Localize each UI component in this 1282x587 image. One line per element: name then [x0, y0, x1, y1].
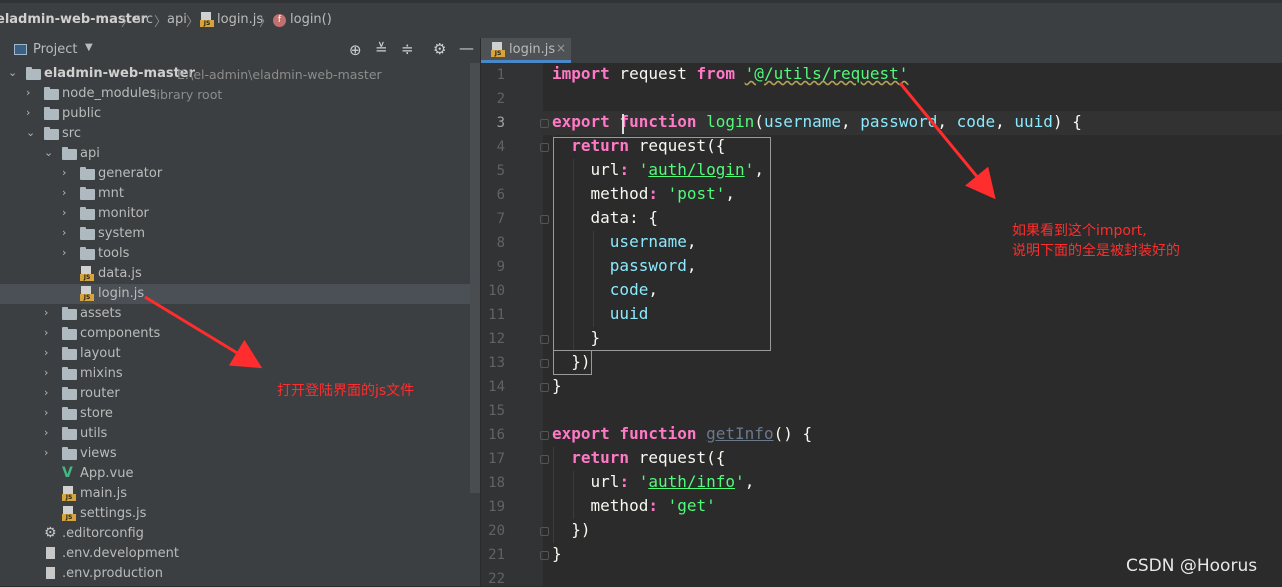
- annotation-import-line2: 说明下面的全是被封装好的: [1012, 243, 1180, 259]
- annotation-open-js: 打开登陆界面的js文件: [277, 383, 415, 399]
- arrow-to-import: [898, 82, 996, 200]
- annotation-import-line1: 如果看到这个import,: [1012, 223, 1147, 239]
- annotation-arrows: [144, 82, 996, 369]
- arrow-to-login-js: [144, 295, 263, 369]
- watermark: CSDN @Hoorus: [1126, 556, 1258, 576]
